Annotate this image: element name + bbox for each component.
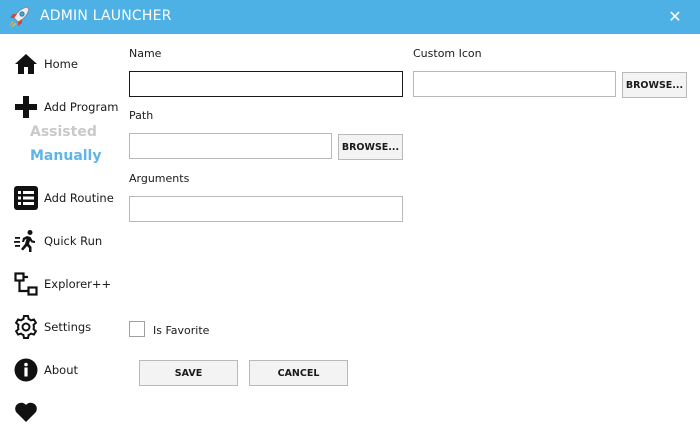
sidebar-item-label: Add Routine — [44, 191, 114, 205]
arguments-label: Arguments — [129, 172, 190, 185]
path-label: Path — [129, 109, 154, 122]
save-button[interactable]: SAVE — [139, 360, 238, 386]
custom-icon-browse-button[interactable]: BROWSE... — [622, 72, 687, 98]
sidebar-item-add-program[interactable]: Add Program — [14, 93, 118, 121]
custom-icon-field[interactable] — [413, 71, 616, 97]
sidebar-item-donate[interactable] — [14, 398, 44, 426]
running-icon — [14, 230, 35, 252]
sidebar-subitem-manually[interactable]: Manually — [30, 148, 101, 164]
sidebar-item-quick-run[interactable]: Quick Run — [14, 227, 102, 255]
heart-icon — [15, 402, 37, 422]
path-browse-button[interactable]: BROWSE... — [338, 134, 403, 160]
sidebar-item-label: Quick Run — [44, 234, 103, 248]
window-title: ADMIN LAUNCHER — [40, 8, 172, 24]
sidebar-item-home[interactable]: Home — [14, 50, 78, 78]
list-icon — [14, 186, 38, 210]
tree-icon — [14, 272, 38, 296]
gear-icon — [14, 315, 38, 339]
sidebar-item-add-routine[interactable]: Add Routine — [14, 184, 114, 212]
custom-icon-label: Custom Icon — [413, 47, 482, 60]
home-icon — [15, 54, 37, 74]
sidebar-item-explorer[interactable]: Explorer++ — [14, 270, 111, 298]
rocket-icon — [9, 6, 30, 28]
close-icon[interactable]: ✕ — [664, 6, 686, 28]
name-label: Name — [129, 47, 162, 60]
sidebar-item-about[interactable]: About — [14, 356, 78, 384]
cancel-button[interactable]: CANCEL — [249, 360, 348, 386]
info-icon — [14, 358, 38, 382]
sidebar-item-label: Explorer++ — [44, 277, 112, 291]
title-bar: ADMIN LAUNCHER ✕ — [0, 0, 700, 34]
plus-icon — [15, 96, 37, 118]
sidebar-item-label: Home — [44, 57, 78, 71]
sidebar-item-label: Add Program — [44, 100, 119, 114]
sidebar-item-label: About — [44, 363, 79, 377]
name-field[interactable] — [129, 71, 403, 97]
is-favorite-checkbox[interactable] — [129, 321, 145, 337]
is-favorite-label: Is Favorite — [153, 324, 210, 337]
sidebar-subitem-assisted[interactable]: Assisted — [30, 124, 97, 140]
path-field[interactable] — [129, 133, 332, 159]
arguments-field[interactable] — [129, 196, 403, 222]
sidebar-item-settings[interactable]: Settings — [14, 313, 91, 341]
sidebar-item-label: Settings — [44, 320, 92, 334]
